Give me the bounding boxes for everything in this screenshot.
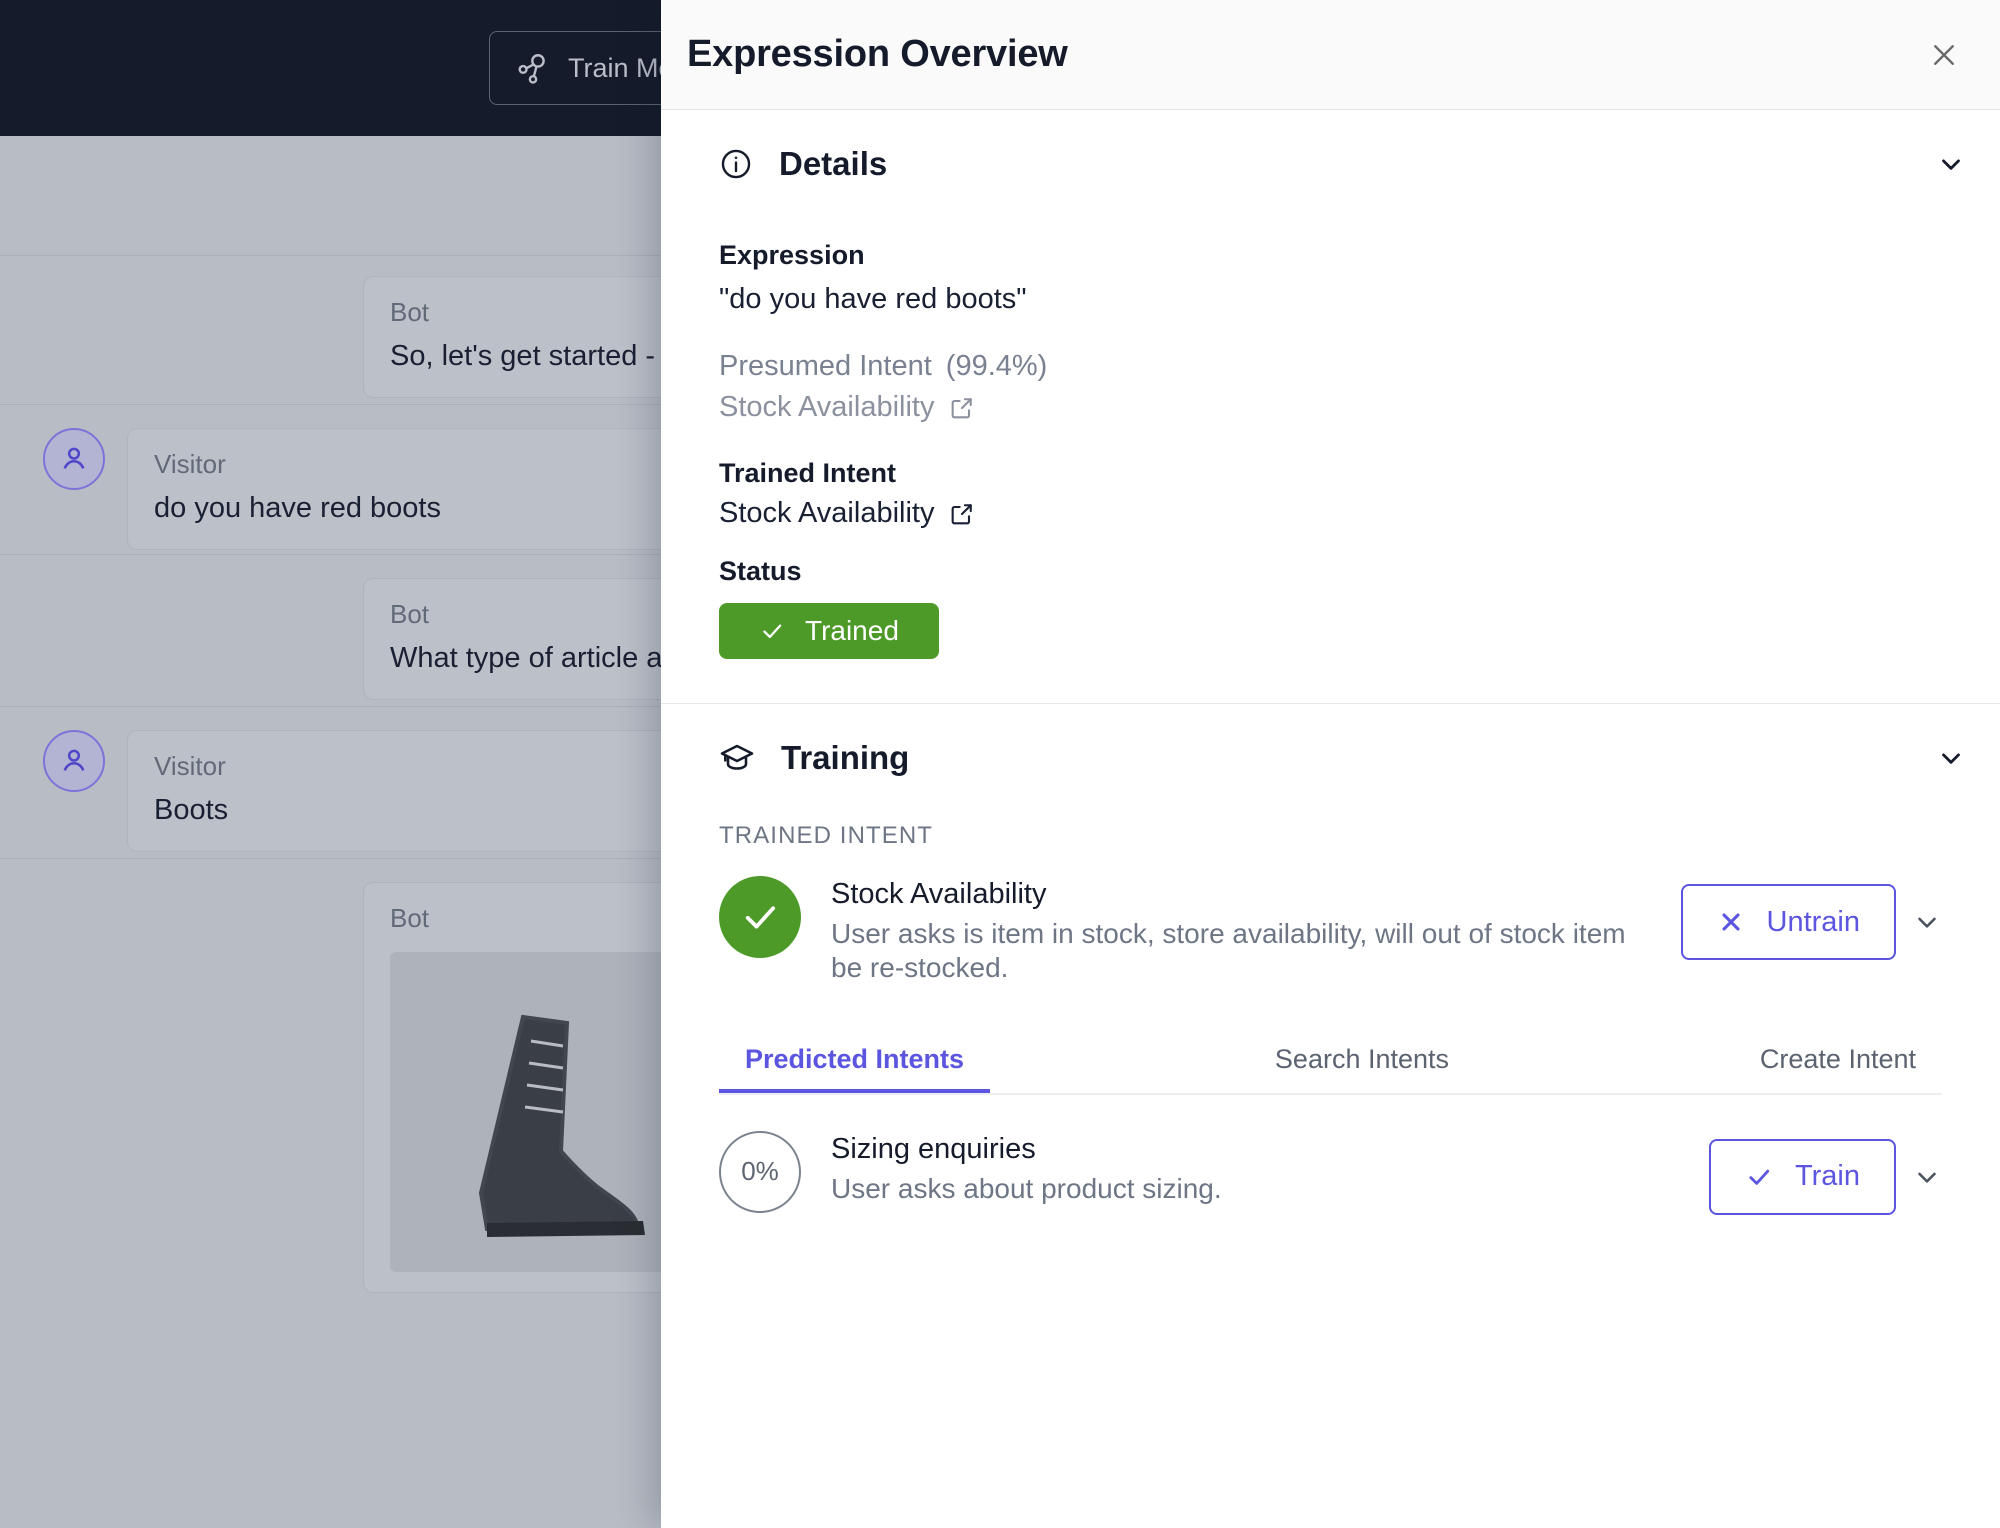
training-body: TRAINED INTENT Stock Availability User a…	[689, 822, 1972, 1215]
chevron-down-icon[interactable]	[1912, 907, 1942, 937]
untrain-label: Untrain	[1766, 905, 1861, 938]
trained-intent-row: Stock Availability User asks is item in …	[719, 876, 1942, 986]
page-title: Expression Overview	[687, 33, 1068, 75]
x-icon	[1717, 908, 1745, 936]
trained-intent-value: Stock Availability	[719, 497, 935, 529]
expression-label: Expression	[719, 240, 865, 270]
avatar	[43, 428, 105, 490]
untrain-button[interactable]: Untrain	[1680, 884, 1896, 960]
confidence-badge: 0%	[719, 1130, 801, 1213]
trained-intent-value-row: Stock Availability	[719, 497, 1942, 530]
list-item: Visitor Boots	[43, 730, 687, 852]
train-label: Train	[1795, 1160, 1860, 1193]
chevron-down-icon[interactable]	[1936, 149, 1966, 179]
chat-bubble-visitor: Visitor Boots	[127, 730, 687, 852]
presumed-intent-value: Stock Availability	[719, 391, 935, 423]
presumed-intent-label-row: Presumed Intent (99.4%)	[719, 350, 1942, 383]
details-section: Details Expression "do you have red boot…	[661, 110, 2000, 703]
presumed-intent-confidence: (99.4%)	[945, 350, 1048, 382]
details-body: Expression "do you have red boots" Presu…	[689, 218, 1972, 703]
check-icon	[719, 876, 801, 958]
train-button[interactable]: Train	[1709, 1138, 1896, 1215]
chat-role: Visitor	[154, 449, 226, 479]
training-section-header[interactable]: Training	[689, 704, 1972, 812]
training-section: Training TRAINED INTENT Stock Availabili…	[661, 704, 2000, 1215]
predicted-intent-text: Sizing enquiries User asks about product…	[831, 1131, 1679, 1206]
status-field: Status Trained	[719, 556, 1942, 659]
info-circle-icon	[719, 147, 753, 181]
close-icon[interactable]	[1922, 33, 1966, 77]
expression-field: Expression "do you have red boots"	[719, 240, 1942, 316]
trained-intent-field: Trained Intent Stock Availability	[719, 458, 1942, 530]
tab-create-intent[interactable]: Create Intent	[1734, 1044, 1942, 1093]
presumed-intent-field: Presumed Intent (99.4%) Stock Availabili…	[719, 350, 1942, 424]
list-item: Visitor do you have red boots	[43, 428, 687, 550]
panel-body: Details Expression "do you have red boot…	[661, 110, 2000, 1528]
training-tabs: Predicted Intents Search Intents Create …	[719, 1044, 1942, 1095]
external-link-icon[interactable]	[948, 500, 976, 528]
presumed-intent-value-row: Stock Availability	[719, 391, 1942, 424]
status-badge: Trained	[719, 603, 939, 659]
check-icon	[1745, 1163, 1773, 1191]
expression-value: "do you have red boots"	[719, 283, 1027, 315]
tab-search-intents[interactable]: Search Intents	[1249, 1044, 1475, 1093]
chat-role: Visitor	[154, 751, 226, 781]
presumed-intent-label: Presumed Intent	[719, 350, 932, 382]
trained-intent-caption: TRAINED INTENT	[719, 822, 934, 849]
external-link-icon[interactable]	[948, 394, 976, 422]
status-label: Status	[719, 556, 802, 586]
details-section-header[interactable]: Details	[689, 110, 1972, 218]
intent-description: User asks is item in stock, store availa…	[831, 918, 1626, 984]
intent-name: Stock Availability	[831, 878, 1047, 910]
chevron-down-icon[interactable]	[1912, 1162, 1942, 1192]
intent-name: Sizing enquiries	[831, 1132, 1036, 1165]
check-icon	[759, 618, 785, 644]
chat-message: Boots	[154, 794, 229, 826]
panel-header: Expression Overview	[661, 0, 2000, 110]
details-heading: Details	[779, 145, 888, 182]
trained-intent-text: Stock Availability User asks is item in …	[831, 876, 1651, 986]
network-nodes-icon	[516, 51, 550, 85]
avatar	[43, 730, 105, 792]
screen: Train Model Bot So, let's get started - …	[0, 0, 2000, 1528]
training-heading: Training	[781, 739, 910, 776]
chat-message: do you have red boots	[154, 492, 441, 524]
product-image	[390, 952, 690, 1272]
tab-predicted-intents[interactable]: Predicted Intents	[719, 1044, 990, 1093]
train-action-group: Train	[1709, 1131, 1942, 1215]
untrain-action-group: Untrain	[1680, 876, 1943, 960]
graduation-cap-icon	[719, 740, 755, 776]
chat-bubble-visitor: Visitor do you have red boots	[127, 428, 687, 550]
expression-overview-panel: Expression Overview Details Expression "…	[661, 0, 2000, 1528]
trained-intent-label: Trained Intent	[719, 458, 897, 488]
intent-description: User asks about product sizing.	[831, 1172, 1222, 1204]
status-badge-label: Trained	[805, 615, 899, 646]
predicted-intent-row: 0% Sizing enquiries User asks about prod…	[719, 1130, 1942, 1215]
chevron-down-icon[interactable]	[1936, 743, 1966, 773]
